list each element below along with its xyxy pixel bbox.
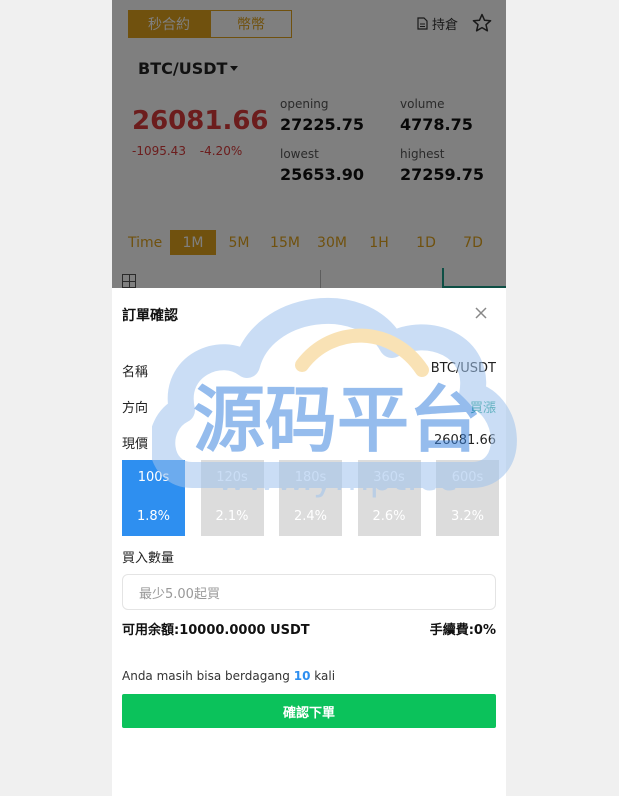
duration-option-120s[interactable]: 120s 2.1%: [200, 460, 264, 536]
duration-option-180s[interactable]: 180s 2.4%: [279, 460, 342, 536]
duration-option-360s[interactable]: 360s 2.6%: [357, 460, 421, 536]
duration-time: 600s: [451, 470, 484, 485]
duration-option-600s[interactable]: 600s 3.2%: [436, 460, 499, 536]
duration-options: 100s 1.8% 120s 2.1% 180s 2.4% 360s 2.6% …: [122, 460, 499, 536]
price-label: 現價: [122, 437, 149, 452]
quantity-label: 買入數量: [122, 551, 175, 566]
duration-option-100s[interactable]: 100s 1.8%: [122, 460, 185, 536]
order-confirm-sheet: 訂單確認 名稱 BTC/USDT 方向 買漲 現價 26081.66 100s …: [112, 288, 506, 796]
duration-time: 180s: [294, 470, 327, 485]
close-icon[interactable]: [474, 306, 488, 320]
price-value: 26081.66: [433, 433, 496, 448]
fee-label: 手續費:0%: [429, 623, 496, 638]
name-value: BTC/USDT: [430, 361, 496, 376]
duration-rate: 2.1%: [215, 509, 249, 524]
duration-rate: 2.4%: [293, 509, 328, 524]
name-row: 名稱 BTC/USDT: [122, 361, 496, 380]
balance-row: 可用余額:10000.0000 USDT 手續費:0%: [122, 619, 496, 638]
name-label: 名稱: [122, 365, 149, 380]
direction-row: 方向 買漲: [122, 397, 496, 416]
direction-value: 買漲: [469, 401, 496, 416]
duration-time: 360s: [373, 470, 405, 485]
quantity-input[interactable]: 最少5.00起買: [122, 574, 496, 610]
app-screen: 秒合約 幣幣 持倉 BTC/USDT 26081.66 -1095.43 -4.…: [112, 0, 506, 796]
direction-label: 方向: [122, 401, 149, 416]
available-balance: 可用余額:10000.0000 USDT: [122, 623, 310, 638]
sheet-title: 訂單確認: [122, 308, 178, 324]
remaining-count: 10: [293, 669, 311, 683]
modal-backdrop[interactable]: [112, 0, 506, 288]
duration-time: 120s: [216, 470, 248, 485]
remaining-trades-text: Anda masih bisa berdagang 10 kali: [122, 669, 335, 683]
remaining-prefix: Anda masih bisa berdagang: [122, 669, 290, 683]
price-row: 現價 26081.66: [122, 433, 496, 452]
duration-time: 100s: [137, 470, 170, 485]
confirm-order-button[interactable]: 確認下單: [122, 694, 496, 728]
duration-rate: 1.8%: [136, 509, 171, 524]
duration-rate: 2.6%: [372, 509, 406, 524]
duration-rate: 3.2%: [450, 509, 485, 524]
remaining-suffix: kali: [314, 669, 336, 683]
